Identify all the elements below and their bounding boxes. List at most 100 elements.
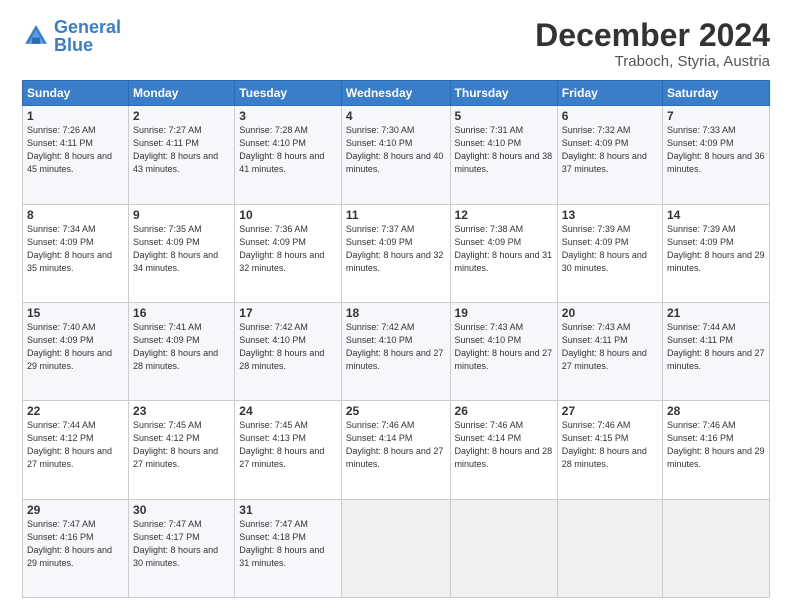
calendar-cell: 30 Sunrise: 7:47 AMSunset: 4:17 PMDayligh… (129, 499, 235, 597)
day-info: Sunrise: 7:44 AMSunset: 4:11 PMDaylight:… (667, 322, 765, 371)
calendar-cell: 31 Sunrise: 7:47 AMSunset: 4:18 PMDayligh… (235, 499, 342, 597)
day-number: 26 (455, 404, 553, 418)
day-info: Sunrise: 7:32 AMSunset: 4:09 PMDaylight:… (562, 125, 647, 174)
day-info: Sunrise: 7:39 AMSunset: 4:09 PMDaylight:… (562, 224, 647, 273)
page: General Blue December 2024 Traboch, Styr… (0, 0, 792, 612)
day-number: 22 (27, 404, 124, 418)
day-info: Sunrise: 7:38 AMSunset: 4:09 PMDaylight:… (455, 224, 553, 273)
day-number: 30 (133, 503, 230, 517)
day-number: 29 (27, 503, 124, 517)
day-number: 27 (562, 404, 658, 418)
logo-icon (22, 22, 50, 50)
day-info: Sunrise: 7:46 AMSunset: 4:14 PMDaylight:… (455, 420, 553, 469)
calendar-cell: 1 Sunrise: 7:26 AMSunset: 4:11 PMDaylight… (23, 106, 129, 204)
day-info: Sunrise: 7:33 AMSunset: 4:09 PMDaylight:… (667, 125, 765, 174)
calendar-cell: 22Sunrise: 7:44 AMSunset: 4:12 PMDayligh… (23, 401, 129, 499)
day-number: 15 (27, 306, 124, 320)
day-info: Sunrise: 7:41 AMSunset: 4:09 PMDaylight:… (133, 322, 218, 371)
week-row-1: 1 Sunrise: 7:26 AMSunset: 4:11 PMDaylight… (23, 106, 770, 204)
day-number: 11 (346, 208, 446, 222)
calendar-cell: 13 Sunrise: 7:39 AMSunset: 4:09 PMDayligh… (557, 204, 662, 302)
day-number: 10 (239, 208, 337, 222)
day-info: Sunrise: 7:43 AMSunset: 4:10 PMDaylight:… (455, 322, 553, 371)
logo-general: General (54, 17, 121, 37)
calendar-cell (341, 499, 450, 597)
day-info: Sunrise: 7:42 AMSunset: 4:10 PMDaylight:… (346, 322, 444, 371)
day-info: Sunrise: 7:31 AMSunset: 4:10 PMDaylight:… (455, 125, 553, 174)
day-info: Sunrise: 7:39 AMSunset: 4:09 PMDaylight:… (667, 224, 765, 273)
day-info: Sunrise: 7:26 AMSunset: 4:11 PMDaylight:… (27, 125, 112, 174)
day-number: 31 (239, 503, 337, 517)
day-number: 17 (239, 306, 337, 320)
day-number: 21 (667, 306, 765, 320)
calendar-cell: 9 Sunrise: 7:35 AMSunset: 4:09 PMDaylight… (129, 204, 235, 302)
main-title: December 2024 (535, 18, 770, 53)
calendar-cell: 10Sunrise: 7:36 AMSunset: 4:09 PMDayligh… (235, 204, 342, 302)
col-header-monday: Monday (129, 81, 235, 106)
calendar-cell: 28 Sunrise: 7:46 AMSunset: 4:16 PMDayligh… (663, 401, 770, 499)
logo-text: General Blue (54, 18, 121, 54)
col-header-wednesday: Wednesday (341, 81, 450, 106)
day-info: Sunrise: 7:47 AMSunset: 4:18 PMDaylight:… (239, 519, 324, 568)
calendar-cell: 7 Sunrise: 7:33 AMSunset: 4:09 PMDaylight… (663, 106, 770, 204)
day-info: Sunrise: 7:47 AMSunset: 4:16 PMDaylight:… (27, 519, 112, 568)
calendar-cell: 19 Sunrise: 7:43 AMSunset: 4:10 PMDayligh… (450, 302, 557, 400)
calendar-cell: 16 Sunrise: 7:41 AMSunset: 4:09 PMDayligh… (129, 302, 235, 400)
calendar-cell: 18 Sunrise: 7:42 AMSunset: 4:10 PMDayligh… (341, 302, 450, 400)
day-number: 13 (562, 208, 658, 222)
day-number: 16 (133, 306, 230, 320)
calendar-cell: 17 Sunrise: 7:42 AMSunset: 4:10 PMDayligh… (235, 302, 342, 400)
calendar-cell: 5Sunrise: 7:31 AMSunset: 4:10 PMDaylight… (450, 106, 557, 204)
day-number: 19 (455, 306, 553, 320)
day-number: 4 (346, 109, 446, 123)
day-number: 18 (346, 306, 446, 320)
col-header-saturday: Saturday (663, 81, 770, 106)
calendar-cell: 27Sunrise: 7:46 AMSunset: 4:15 PMDayligh… (557, 401, 662, 499)
day-number: 1 (27, 109, 124, 123)
calendar-cell (663, 499, 770, 597)
day-info: Sunrise: 7:34 AMSunset: 4:09 PMDaylight:… (27, 224, 112, 273)
day-info: Sunrise: 7:42 AMSunset: 4:10 PMDaylight:… (239, 322, 324, 371)
calendar-cell: 21 Sunrise: 7:44 AMSunset: 4:11 PMDayligh… (663, 302, 770, 400)
week-row-2: 8Sunrise: 7:34 AMSunset: 4:09 PMDaylight… (23, 204, 770, 302)
day-info: Sunrise: 7:46 AMSunset: 4:16 PMDaylight:… (667, 420, 765, 469)
title-block: December 2024 Traboch, Styria, Austria (535, 18, 770, 70)
day-info: Sunrise: 7:27 AMSunset: 4:11 PMDaylight:… (133, 125, 218, 174)
day-number: 7 (667, 109, 765, 123)
day-info: Sunrise: 7:43 AMSunset: 4:11 PMDaylight:… (562, 322, 647, 371)
week-row-5: 29 Sunrise: 7:47 AMSunset: 4:16 PMDayligh… (23, 499, 770, 597)
day-info: Sunrise: 7:47 AMSunset: 4:17 PMDaylight:… (133, 519, 218, 568)
day-info: Sunrise: 7:35 AMSunset: 4:09 PMDaylight:… (133, 224, 218, 273)
calendar-table: SundayMondayTuesdayWednesdayThursdayFrid… (22, 80, 770, 598)
header: General Blue December 2024 Traboch, Styr… (22, 18, 770, 70)
day-number: 23 (133, 404, 230, 418)
calendar-cell: 29 Sunrise: 7:47 AMSunset: 4:16 PMDayligh… (23, 499, 129, 597)
day-info: Sunrise: 7:37 AMSunset: 4:09 PMDaylight:… (346, 224, 444, 273)
day-number: 3 (239, 109, 337, 123)
col-header-friday: Friday (557, 81, 662, 106)
day-number: 14 (667, 208, 765, 222)
calendar-cell: 6 Sunrise: 7:32 AMSunset: 4:09 PMDaylight… (557, 106, 662, 204)
day-number: 24 (239, 404, 337, 418)
calendar-cell: 8Sunrise: 7:34 AMSunset: 4:09 PMDaylight… (23, 204, 129, 302)
calendar-cell: 4 Sunrise: 7:30 AMSunset: 4:10 PMDaylight… (341, 106, 450, 204)
calendar-cell (450, 499, 557, 597)
calendar-cell: 3 Sunrise: 7:28 AMSunset: 4:10 PMDaylight… (235, 106, 342, 204)
calendar-cell: 26 Sunrise: 7:46 AMSunset: 4:14 PMDayligh… (450, 401, 557, 499)
day-info: Sunrise: 7:45 AMSunset: 4:13 PMDaylight:… (239, 420, 324, 469)
day-number: 9 (133, 208, 230, 222)
day-number: 28 (667, 404, 765, 418)
calendar-cell: 15 Sunrise: 7:40 AMSunset: 4:09 PMDayligh… (23, 302, 129, 400)
col-header-tuesday: Tuesday (235, 81, 342, 106)
calendar-cell: 25Sunrise: 7:46 AMSunset: 4:14 PMDayligh… (341, 401, 450, 499)
logo-blue: Blue (54, 35, 93, 55)
day-info: Sunrise: 7:46 AMSunset: 4:14 PMDaylight:… (346, 420, 444, 469)
day-number: 12 (455, 208, 553, 222)
col-header-thursday: Thursday (450, 81, 557, 106)
day-info: Sunrise: 7:28 AMSunset: 4:10 PMDaylight:… (239, 125, 324, 174)
day-number: 6 (562, 109, 658, 123)
day-info: Sunrise: 7:40 AMSunset: 4:09 PMDaylight:… (27, 322, 112, 371)
day-info: Sunrise: 7:30 AMSunset: 4:10 PMDaylight:… (346, 125, 444, 174)
calendar-cell (557, 499, 662, 597)
day-number: 20 (562, 306, 658, 320)
